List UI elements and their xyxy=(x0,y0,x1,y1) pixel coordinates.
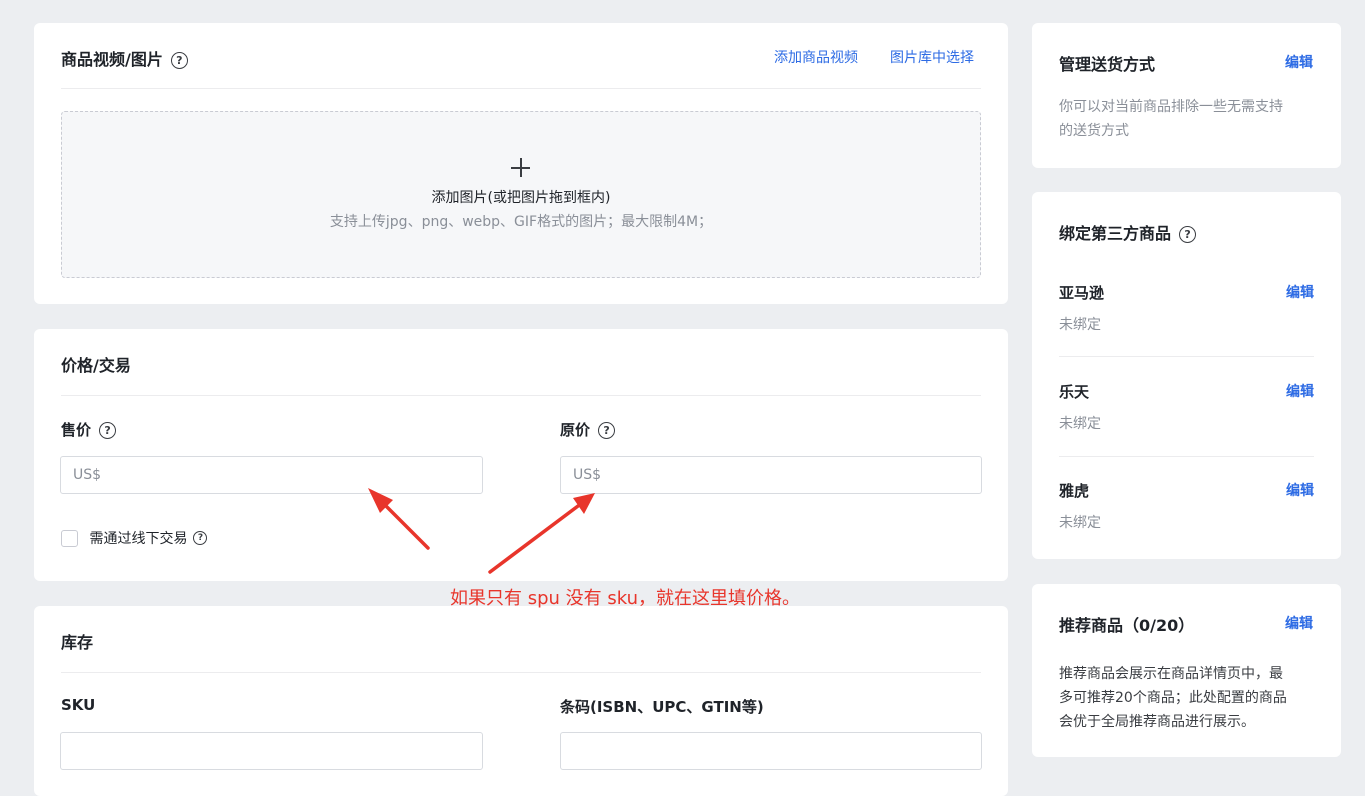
shipping-card: 管理送货方式 编辑 你可以对当前商品排除一些无需支持 的送货方式 xyxy=(1032,23,1341,168)
inventory-card: 库存 SKU 条码(ISBN、UPC、GTIN等) xyxy=(34,606,1008,796)
third-party-card: 绑定第三方商品? 亚马逊 编辑 未绑定 乐天 编辑 未绑定 雅虎 编辑 未绑定 xyxy=(1032,192,1341,559)
third-party-title-row: 绑定第三方商品? xyxy=(1059,220,1197,244)
help-icon[interactable]: ? xyxy=(193,531,208,545)
shipping-description-line1: 你可以对当前商品排除一些无需支持 xyxy=(1059,99,1283,115)
platform-name: 亚马逊 xyxy=(1059,284,1105,302)
recommended-description-line1: 推荐商品会展示在商品详情页中，最 xyxy=(1059,666,1283,682)
recommended-edit-link[interactable]: 编辑 xyxy=(1285,613,1313,633)
barcode-label: 条码(ISBN、UPC、GTIN等) xyxy=(560,698,764,716)
divider xyxy=(61,395,981,396)
divider xyxy=(1059,356,1314,357)
shipping-edit-link[interactable]: 编辑 xyxy=(1285,52,1313,72)
barcode-input[interactable] xyxy=(560,732,982,770)
choose-from-library-link[interactable]: 图片库中选择 xyxy=(890,47,974,67)
pricing-card-title: 价格/交易 xyxy=(61,356,131,375)
recommended-description-line2: 多可推荐20个商品；此处配置的商品 xyxy=(1059,690,1287,706)
pricing-card: 价格/交易 售价? 原价? 需通过线下交易? xyxy=(34,329,1008,581)
platform-edit-link[interactable]: 编辑 xyxy=(1286,282,1314,302)
list-item: 雅虎 编辑 未绑定 xyxy=(1059,480,1314,550)
sku-label: SKU xyxy=(61,696,96,714)
recommended-description-line3: 会优于全局推荐商品进行展示。 xyxy=(1059,714,1255,730)
help-icon[interactable]: ? xyxy=(598,422,616,439)
plus-icon xyxy=(511,158,530,177)
sale-price-label: 售价 xyxy=(61,421,92,439)
shipping-description-line2: 的送货方式 xyxy=(1059,123,1129,139)
original-price-input[interactable] xyxy=(560,456,982,494)
list-item: 乐天 编辑 未绑定 xyxy=(1059,381,1314,451)
media-card-title-row: 商品视频/图片? xyxy=(61,46,188,70)
help-icon[interactable]: ? xyxy=(1179,226,1197,243)
offline-trade-checkbox[interactable] xyxy=(61,529,78,547)
divider xyxy=(61,88,981,89)
platform-edit-link[interactable]: 编辑 xyxy=(1286,381,1314,401)
help-icon[interactable]: ? xyxy=(170,52,188,69)
shipping-title: 管理送货方式 xyxy=(1059,55,1156,74)
platform-status: 未绑定 xyxy=(1059,317,1101,333)
upload-hint: 支持上传jpg、png、webp、GIF格式的图片；最大限制4M； xyxy=(329,214,713,230)
platform-name: 乐天 xyxy=(1059,383,1090,401)
original-price-label-row: 原价? xyxy=(560,419,616,440)
platform-status: 未绑定 xyxy=(1059,416,1101,432)
platform-status: 未绑定 xyxy=(1059,515,1101,531)
platform-edit-link[interactable]: 编辑 xyxy=(1286,480,1314,500)
upload-title: 添加图片(或把图片拖到框内) xyxy=(431,190,611,206)
media-card-title: 商品视频/图片 xyxy=(61,50,163,69)
platform-name: 雅虎 xyxy=(1059,482,1090,500)
media-card: 商品视频/图片? 添加商品视频 图片库中选择 添加图片(或把图片拖到框内) 支持… xyxy=(34,23,1008,304)
offline-trade-checkbox-row: 需通过线下交易? xyxy=(61,528,208,548)
sku-input[interactable] xyxy=(60,732,483,770)
recommended-card: 推荐商品（0/20） 编辑 推荐商品会展示在商品详情页中，最 多可推荐20个商品… xyxy=(1032,584,1341,757)
offline-trade-label: 需通过线下交易 xyxy=(89,531,188,547)
help-icon[interactable]: ? xyxy=(99,422,117,439)
sale-price-label-row: 售价? xyxy=(61,419,117,440)
list-item: 亚马逊 编辑 未绑定 xyxy=(1059,282,1314,352)
divider xyxy=(1059,456,1314,457)
add-video-link[interactable]: 添加商品视频 xyxy=(774,47,858,67)
image-upload-dropzone[interactable]: 添加图片(或把图片拖到框内) 支持上传jpg、png、webp、GIF格式的图片… xyxy=(61,111,981,278)
sale-price-input[interactable] xyxy=(60,456,483,494)
annotation-text: 如果只有 spu 没有 sku，就在这里填价格。 xyxy=(450,588,801,609)
divider xyxy=(61,672,981,673)
recommended-title: 推荐商品（0/20） xyxy=(1059,616,1195,635)
third-party-title: 绑定第三方商品 xyxy=(1059,224,1172,243)
inventory-card-title: 库存 xyxy=(61,633,94,652)
original-price-label: 原价 xyxy=(560,421,591,439)
